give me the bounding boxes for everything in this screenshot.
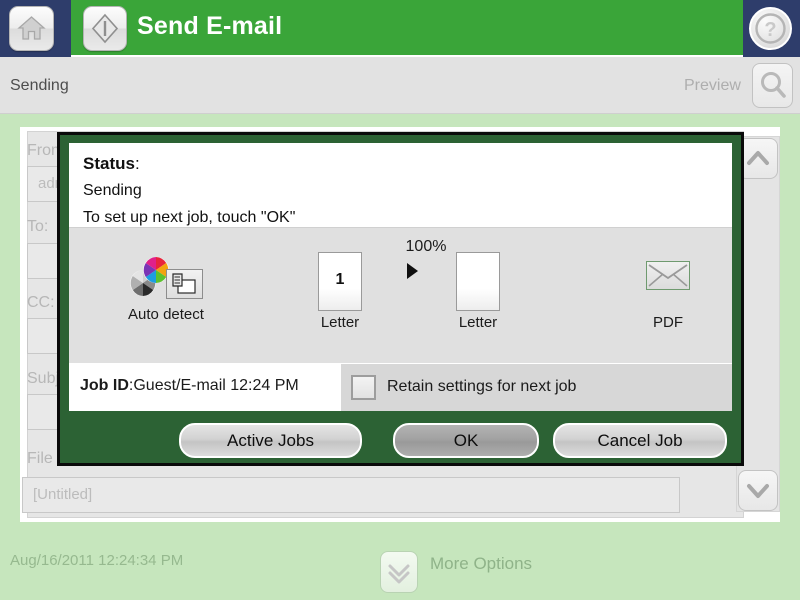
envelope-icon (646, 261, 690, 290)
home-icon (17, 16, 46, 40)
page-count: 1 (335, 271, 345, 288)
file-type-label: PDF (653, 314, 683, 331)
status-dialog: Status: Sending To set up next job, touc… (57, 132, 744, 466)
svg-text:?: ? (764, 19, 776, 41)
preview-label: Preview (684, 77, 741, 94)
scan-doc-glyph (172, 273, 196, 294)
input-page-label: Letter (320, 314, 360, 331)
preview-button[interactable] (752, 63, 793, 108)
status-instruction: To set up next job, touch "OK" (83, 209, 296, 226)
status-title-colon: : (134, 154, 140, 173)
color-mode-label: Auto detect (128, 306, 204, 323)
chevron-up-icon (747, 151, 769, 165)
scroll-down-button[interactable] (738, 470, 778, 511)
retain-settings-label: Retain settings for next job (387, 378, 577, 395)
scan-document-icon (166, 269, 203, 299)
page-title: Send E-mail (137, 12, 283, 40)
output-page-icon (456, 252, 500, 311)
filename-value: [Untitled] (33, 486, 93, 503)
status-title: Status: (83, 154, 140, 174)
arrow-right-icon (407, 263, 418, 279)
dialog-status-header: Status: Sending To set up next job, touc… (69, 143, 732, 227)
more-options-label: More Options (430, 554, 533, 573)
cancel-job-button[interactable]: Cancel Job (553, 423, 727, 458)
home-button[interactable] (9, 6, 54, 51)
status-strip (0, 57, 800, 114)
color-wheel-icon (130, 257, 169, 296)
output-page-label: Letter (458, 314, 498, 331)
dialog-body: Status: Sending To set up next job, touc… (69, 143, 732, 411)
datetime-text: Aug/16/2011 12:24:34 PM (10, 552, 184, 569)
to-label: To: (27, 218, 49, 235)
magnifier-icon (761, 72, 786, 98)
input-page-icon: 1 (318, 252, 362, 311)
status-value: Sending (83, 182, 142, 199)
jobid-value: Guest/E-mail 12:24 PM (133, 377, 299, 394)
start-button[interactable] (83, 6, 127, 51)
envelope-glyph (648, 264, 688, 287)
scroll-up-button[interactable] (738, 138, 778, 179)
job-settings-icons: Auto detect 1 Letter 100% Letter PDF (69, 227, 732, 363)
start-diamond-icon (91, 13, 119, 44)
printer-touchscreen: Send E-mail ? Sending Preview From: admi… (0, 0, 800, 600)
active-jobs-button[interactable]: Active Jobs (179, 423, 362, 458)
jobid-text: Job ID:Guest/E-mail 12:24 PM (80, 377, 299, 395)
jobid-box: Job ID:Guest/E-mail 12:24 PM (69, 364, 341, 411)
status-title-text: Status (83, 154, 135, 173)
jobid-label: Job ID (80, 377, 129, 394)
chevron-down-icon (747, 484, 769, 498)
retain-settings-checkbox[interactable] (351, 375, 376, 400)
filename-field[interactable]: [Untitled] (22, 477, 680, 513)
cc-label: CC: (27, 294, 55, 311)
ok-button[interactable]: OK (393, 423, 539, 458)
scale-percent: 100% (405, 238, 447, 255)
help-question-icon: ? (755, 13, 786, 44)
more-options-button[interactable] (380, 551, 418, 593)
double-chevron-down-icon (388, 564, 410, 584)
jobid-row: Job ID:Guest/E-mail 12:24 PM Retain sett… (69, 364, 732, 411)
status-text: Sending (10, 77, 69, 94)
header-bar: Send E-mail ? (0, 0, 800, 57)
help-button[interactable]: ? (749, 7, 792, 50)
